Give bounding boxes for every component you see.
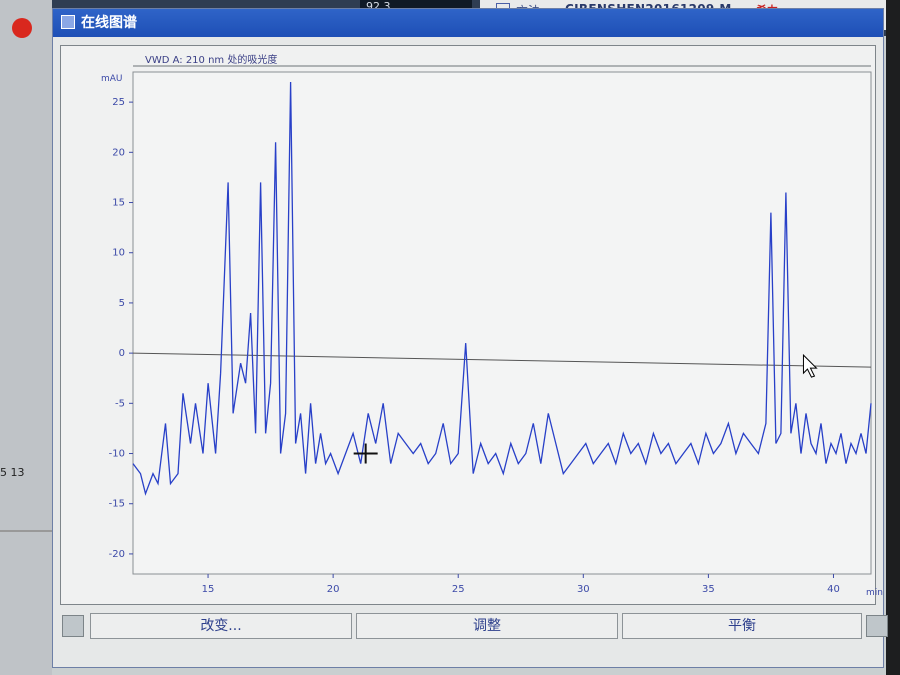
y-tick-label: -10	[109, 449, 125, 460]
x-tick-label: 35	[702, 584, 715, 595]
y-tick-label: 5	[119, 298, 125, 309]
y-tick-label: 15	[112, 198, 125, 209]
y-tick-label: 0	[119, 348, 125, 359]
side-panel-text: 5 13	[0, 466, 25, 479]
left-side-panel: 5 13	[0, 0, 52, 675]
toolbar-left-icon[interactable]	[62, 615, 84, 637]
x-tick-label: 20	[327, 584, 340, 595]
plot-frame: VWD A: 210 nm 处的吸光度 mAU min 25 20 15 10 5 0 -5…	[60, 45, 883, 605]
x-tick-label: 15	[202, 584, 215, 595]
change-button[interactable]: 改变...	[90, 613, 352, 639]
y-tick-label: -20	[109, 549, 125, 560]
y-tick-label: 25	[112, 97, 125, 108]
plot-area	[132, 71, 872, 575]
screen-edge	[886, 0, 900, 675]
x-tick-label: 25	[452, 584, 465, 595]
y-tick-label: 20	[112, 147, 125, 158]
stop-button[interactable]	[12, 18, 32, 38]
y-tick-label: 10	[112, 248, 125, 259]
adjust-button[interactable]: 调整	[356, 613, 618, 639]
x-tick-label: 30	[577, 584, 590, 595]
toolbar-right-icon[interactable]	[866, 615, 888, 637]
y-tick-label: -5	[115, 398, 125, 409]
bottom-toolbar: 改变... 调整 平衡	[60, 611, 888, 641]
window-icon	[61, 15, 75, 29]
window-titlebar[interactable]: 在线图谱	[53, 9, 883, 37]
window-title: 在线图谱	[81, 15, 137, 31]
side-panel-divider	[0, 530, 52, 532]
chromatogram-chart[interactable]: 25 20 15 10 5 0 -5 -10 -15 -20 15 20 25 30 35 40	[61, 46, 875, 604]
balance-button[interactable]: 平衡	[622, 613, 862, 639]
online-chromatogram-window: 在线图谱 _ □ × VWD A: 210 nm 处的吸光度 mAU min 2…	[52, 8, 888, 668]
x-tick-label: 40	[827, 584, 840, 595]
y-tick-label: -15	[109, 499, 125, 510]
